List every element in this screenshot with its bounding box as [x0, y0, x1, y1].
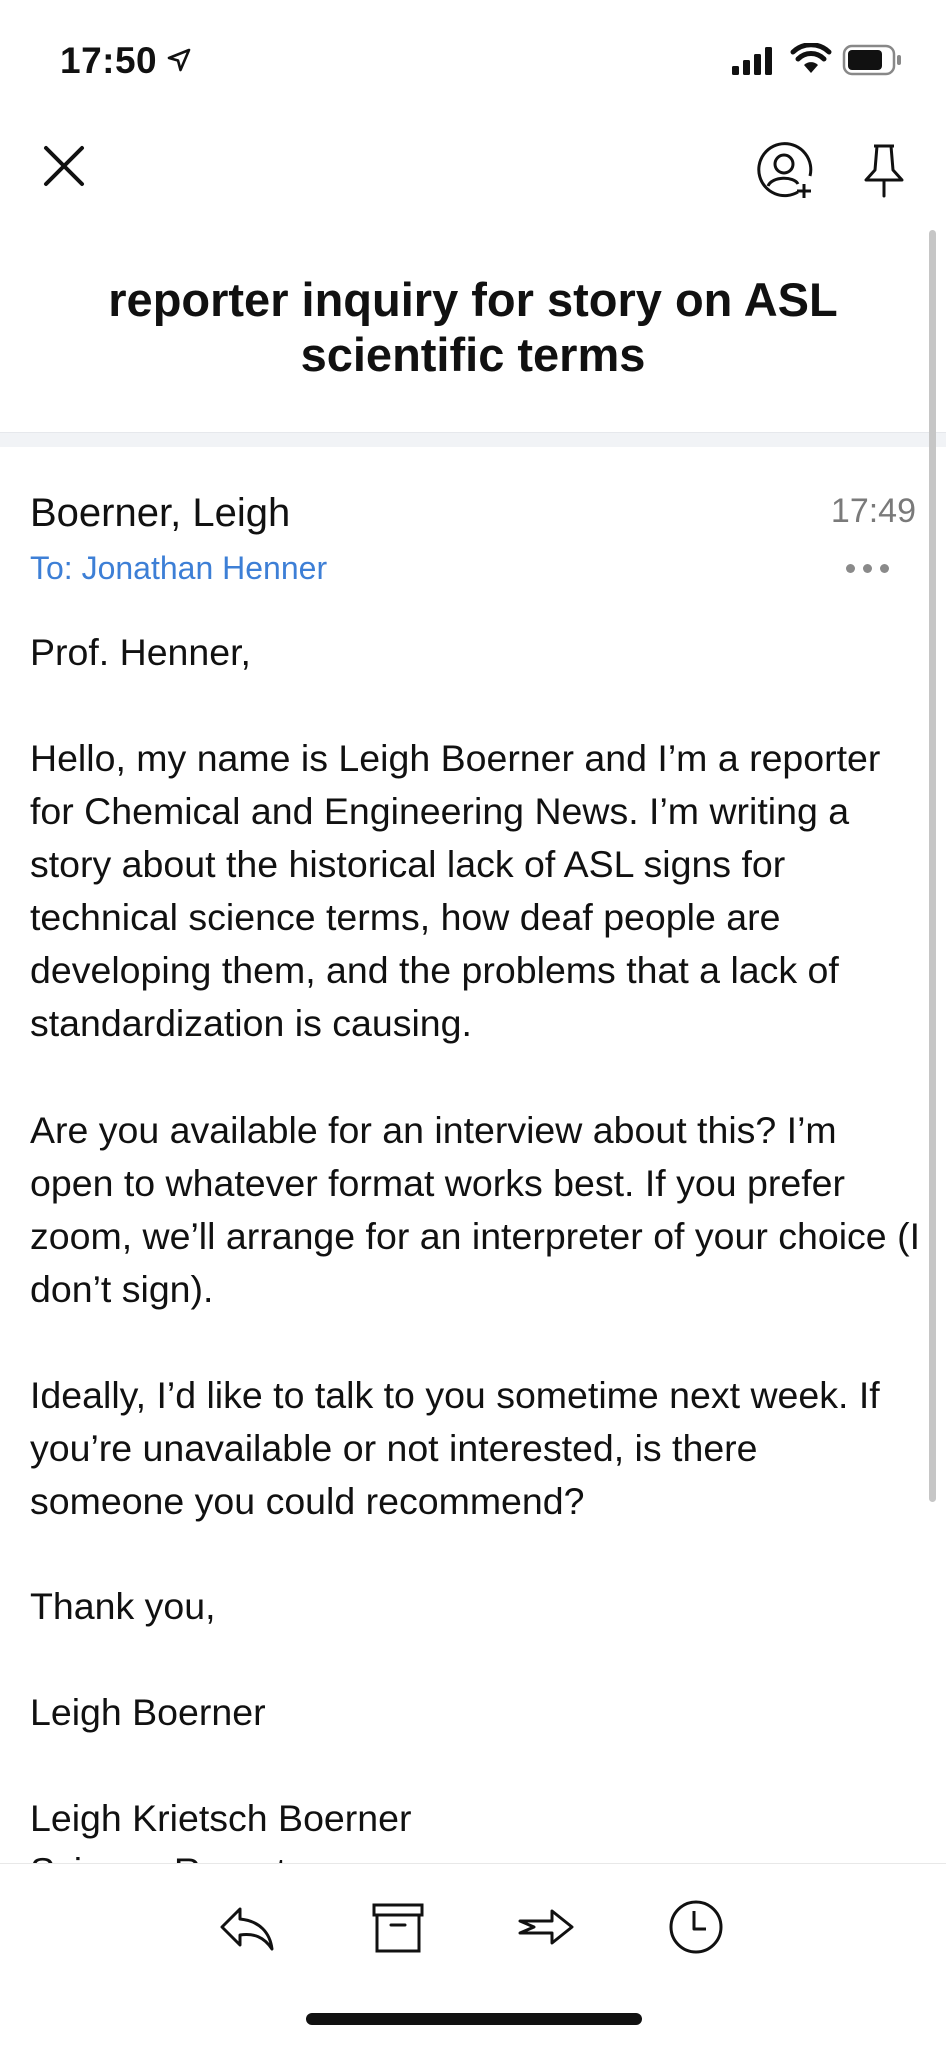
body-paragraph-intro: Hello, my name is Leigh Boerner and I’m …: [30, 737, 881, 1044]
cellular-signal-icon: [732, 47, 772, 75]
pin-icon[interactable]: [858, 142, 910, 198]
status-time: 17:50: [60, 40, 158, 81]
scrollbar[interactable]: [929, 230, 936, 1502]
divider: [0, 432, 946, 447]
close-icon[interactable]: [38, 140, 90, 192]
location-arrow-icon: [167, 48, 191, 72]
body-thanks: Thank you,: [30, 1585, 216, 1627]
archive-icon[interactable]: [366, 1895, 430, 1959]
sender-name[interactable]: Boerner, Leigh: [30, 488, 290, 538]
forward-icon[interactable]: [514, 1895, 578, 1959]
reply-icon[interactable]: [214, 1895, 278, 1959]
body-signoff-name: Leigh Boerner: [30, 1691, 266, 1733]
email-subject: reporter inquiry for story on ASL scient…: [108, 273, 838, 381]
battery-icon: [842, 44, 901, 76]
signature-name: Leigh Krietsch Boerner: [30, 1797, 412, 1839]
body-greeting: Prof. Henner,: [30, 631, 251, 673]
snooze-clock-icon[interactable]: [664, 1895, 728, 1959]
recipient-line[interactable]: To: Jonathan Henner: [30, 548, 327, 588]
add-contact-icon[interactable]: [754, 140, 816, 202]
wifi-icon: [790, 43, 832, 73]
body-paragraph-timing: Ideally, I’d like to talk to you sometim…: [30, 1374, 880, 1522]
body-paragraph-ask: Are you available for an interview about…: [30, 1109, 920, 1310]
home-indicator[interactable]: [306, 2013, 642, 2025]
email-time: 17:49: [830, 492, 916, 530]
ellipsis-icon[interactable]: [846, 560, 900, 582]
